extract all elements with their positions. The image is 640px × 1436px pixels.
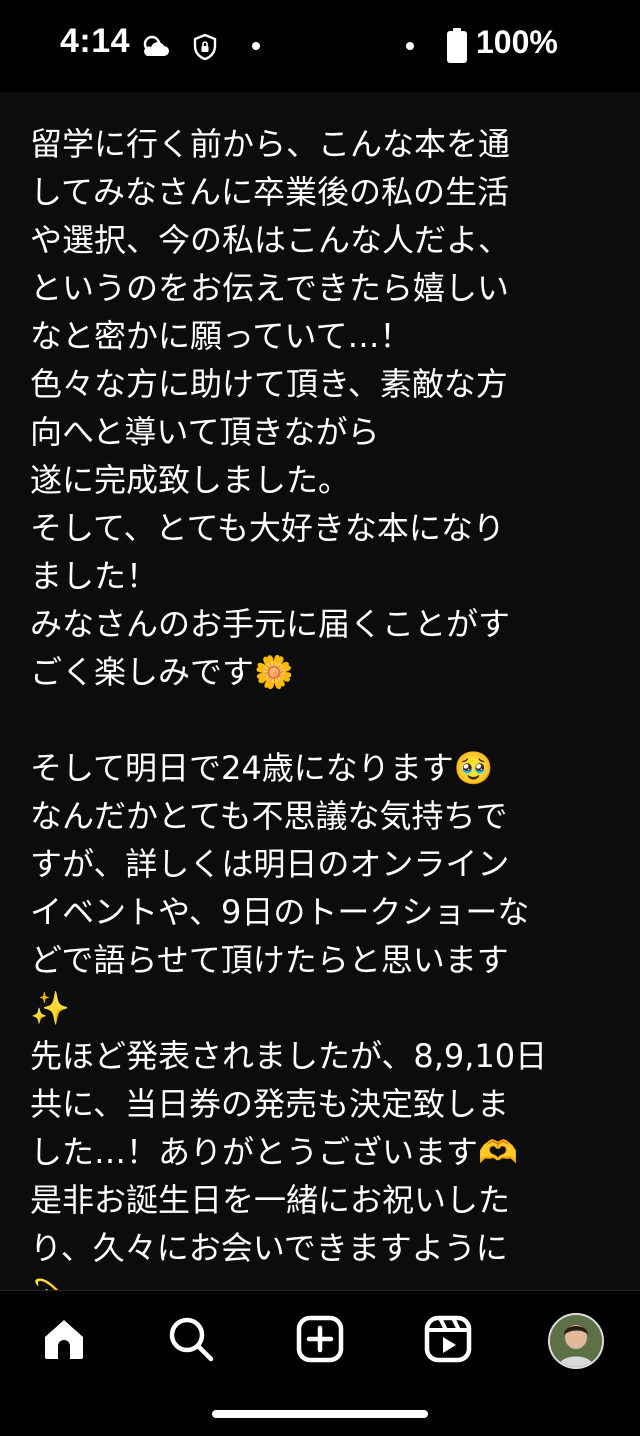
nav-create-button[interactable] — [292, 1311, 348, 1367]
caption-line: ✨ — [30, 989, 70, 1027]
caption-line: 留学に行く前から、こんな本を通 — [30, 125, 511, 163]
nav-home-button[interactable] — [36, 1311, 92, 1367]
caption-line: なんだかとても不思議な気持ちで — [30, 797, 508, 835]
caption-line: というのをお伝えできたら嬉しい — [30, 269, 510, 307]
caption-line: 💫 — [30, 1272, 610, 1290]
caption-line: 遂に完成致しました。 — [30, 461, 351, 499]
caption-line: 是非お誕生日を一緒にお祝いした — [30, 1181, 511, 1219]
vpn-shield-icon — [193, 33, 217, 61]
caption-line: した…！ありがとうございます🫶 — [30, 1133, 518, 1171]
create-post-icon — [296, 1315, 344, 1363]
caption-line: ました！ — [30, 557, 159, 595]
home-indicator[interactable] — [212, 1410, 428, 1418]
caption-line: してみなさんに卒業後の私の生活 — [30, 173, 510, 211]
caption-line: り、久々にお会いできますように — [30, 1229, 508, 1267]
screen: 4:14 100% 留学に行く前から、こんな本を通 してみなさんに卒業後の私の生活… — [0, 0, 640, 1436]
caption-line: 先ほど発表されましたが、8,9,10日 — [30, 1037, 548, 1075]
post-caption: 留学に行く前から、こんな本を通 してみなさんに卒業後の私の生活 や選択、今の私はこん… — [30, 120, 610, 1290]
home-icon — [45, 1320, 83, 1359]
status-bar: 4:14 100% — [0, 0, 640, 92]
caption-line: 向へと導いて頂きながら — [30, 413, 380, 451]
notification-dot — [252, 42, 260, 50]
weather-cloud-sun-icon — [143, 35, 169, 56]
nav-reels-button[interactable] — [420, 1311, 476, 1367]
caption-line: イベントや、9日のトークショーな — [30, 893, 530, 931]
caption-line: そして、とても大好きな本になり — [30, 509, 505, 547]
caption-line: 共に、当日券の発売も決定致しま — [30, 1085, 510, 1123]
battery-percentage: 100% — [476, 24, 558, 60]
caption-line: そして明日で24歳になります🥹 — [30, 749, 494, 787]
reels-icon — [424, 1315, 472, 1363]
caption-line: ごく楽しみです🌼 — [30, 653, 294, 691]
caption-line: 色々な方に助けて頂き、素敵な方 — [30, 365, 508, 403]
caption-line: みなさんのお手元に届くことがす — [30, 605, 511, 643]
status-time: 4:14 — [60, 22, 131, 60]
caption-line — [30, 696, 610, 744]
caption-line: や選択、今の私はこんな人だよ、 — [30, 221, 511, 259]
caption-line: どで語らせて頂けたらと思います — [30, 941, 509, 979]
caption-line: すが、詳しくは明日のオンライン — [30, 845, 510, 883]
status-dot — [406, 42, 414, 50]
nav-search-button[interactable] — [163, 1311, 219, 1367]
search-icon — [169, 1317, 214, 1362]
nav-profile-button[interactable] — [548, 1313, 604, 1369]
caption-line: なと密かに願っていて…！ — [30, 317, 412, 355]
profile-avatar — [548, 1313, 604, 1369]
battery-full-icon — [447, 28, 467, 63]
